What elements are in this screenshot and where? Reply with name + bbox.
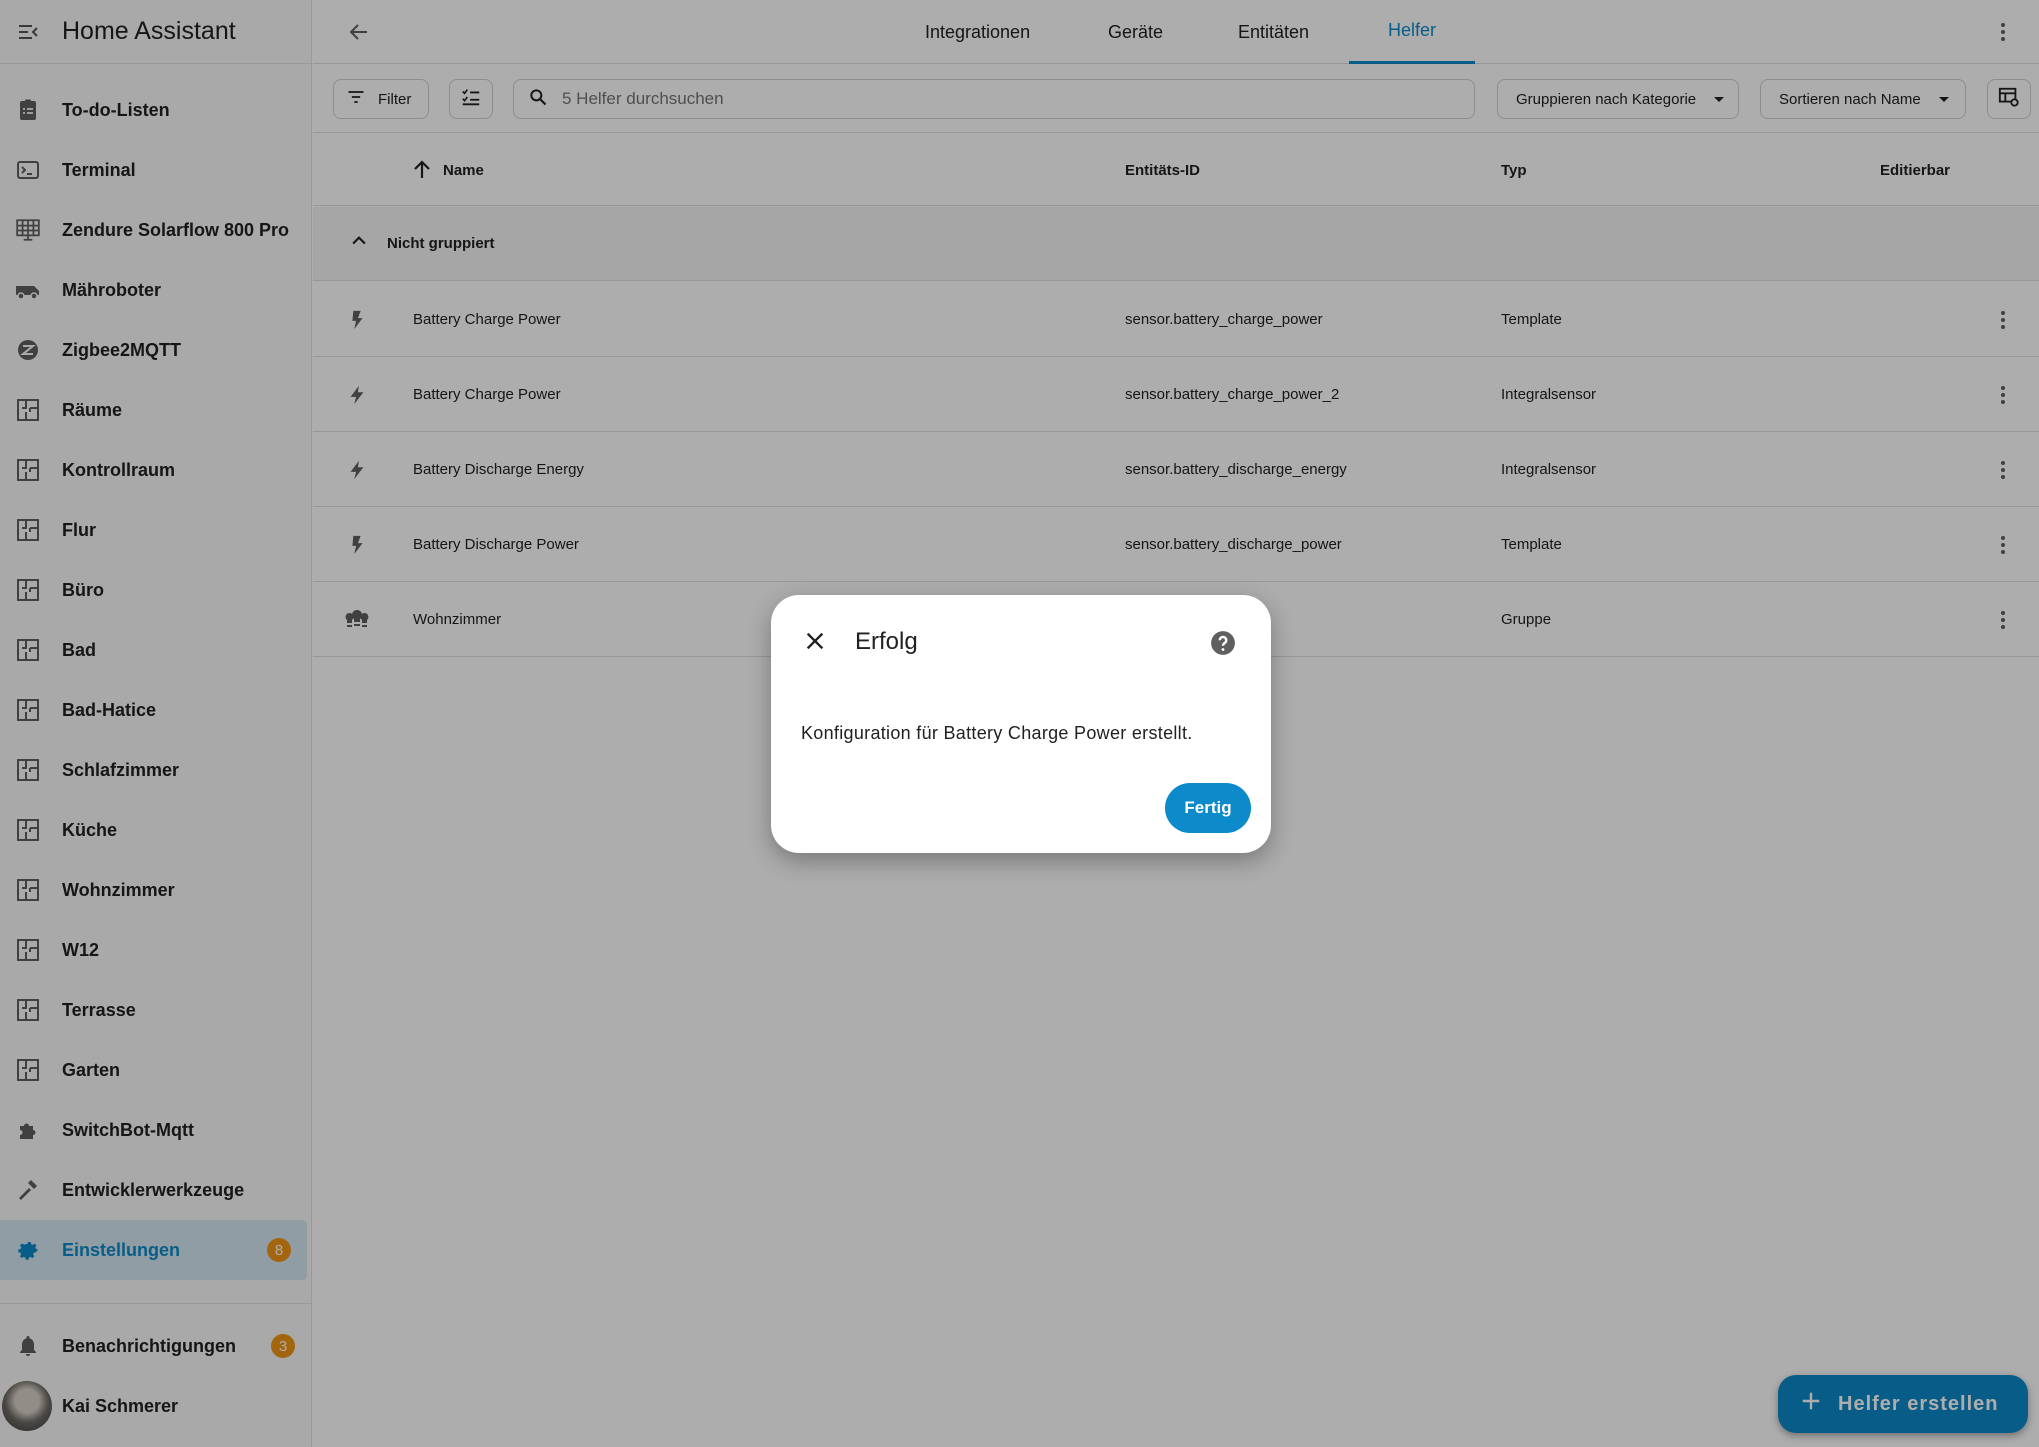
done-button[interactable]: Fertig (1165, 783, 1251, 833)
help-icon[interactable] (1209, 629, 1237, 657)
dialog-title: Erfolg (855, 628, 918, 655)
close-icon[interactable] (801, 627, 829, 655)
dialog-message: Konfiguration für Battery Charge Power e… (801, 723, 1193, 743)
success-dialog: Erfolg Konfiguration für Battery Charge … (771, 595, 1271, 853)
